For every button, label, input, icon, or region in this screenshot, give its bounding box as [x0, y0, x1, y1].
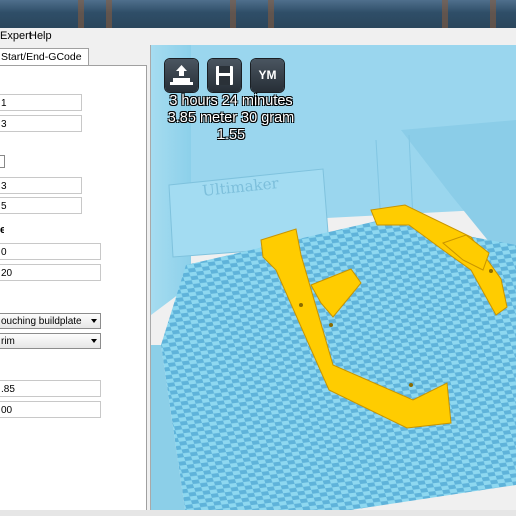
support-type-select[interactable]: ouching buildplate — [0, 313, 101, 329]
titlebar-decoration — [442, 0, 448, 28]
youmagine-button[interactable]: YM — [251, 59, 284, 92]
chevron-down-icon — [91, 319, 97, 323]
chevron-down-icon — [91, 339, 97, 343]
setting-field[interactable]: 3 — [0, 177, 82, 194]
titlebar-decoration — [106, 0, 112, 28]
menu-expert[interactable]: Expert — [0, 30, 32, 42]
window-titlebar — [0, 0, 516, 28]
menu-bar: Expert Help — [0, 28, 516, 46]
section-label-fragment: e — [0, 224, 4, 234]
setting-field[interactable]: 3 — [0, 115, 82, 132]
print-time: 3 hours 24 minutes — [169, 93, 293, 109]
setting-field[interactable]: 5 — [0, 197, 82, 214]
save-icon — [216, 66, 233, 85]
setting-field[interactable]: 1 — [0, 94, 82, 111]
filament-diameter-field[interactable]: .85 — [0, 380, 101, 397]
setting-checkbox[interactable] — [0, 155, 5, 168]
titlebar-decoration — [268, 0, 274, 28]
titlebar-decoration — [78, 0, 84, 28]
settings-panel: Start/End-GCode 1 3 3 5 e 0 20 ouching b… — [0, 45, 151, 516]
titlebar-decoration — [490, 0, 496, 28]
ym-label: YM — [258, 68, 277, 82]
load-icon — [170, 65, 193, 85]
print-cost: 1.55 — [216, 127, 246, 143]
settings-body: 1 3 3 5 e 0 20 ouching buildplate rim .8… — [0, 65, 147, 515]
print-material: 3.85 meter 30 gram — [167, 110, 295, 126]
adhesion-type-select[interactable]: rim — [0, 333, 101, 349]
titlebar-decoration — [230, 0, 236, 28]
support-type-value: ouching buildplate — [1, 316, 82, 327]
tab-start-end-gcode[interactable]: Start/End-GCode — [0, 48, 89, 66]
filament-flow-field[interactable]: 00 — [0, 401, 101, 418]
menu-help[interactable]: Help — [29, 30, 52, 42]
3d-viewport[interactable]: Ultimaker YM 3 hours 24 minutes 3.85 met… — [151, 45, 516, 516]
window-bottom-edge — [0, 510, 516, 516]
load-button[interactable] — [165, 59, 198, 92]
adhesion-type-value: rim — [1, 336, 15, 347]
setting-field[interactable]: 0 — [0, 243, 101, 260]
setting-field[interactable]: 20 — [0, 264, 101, 281]
save-button[interactable] — [208, 59, 241, 92]
